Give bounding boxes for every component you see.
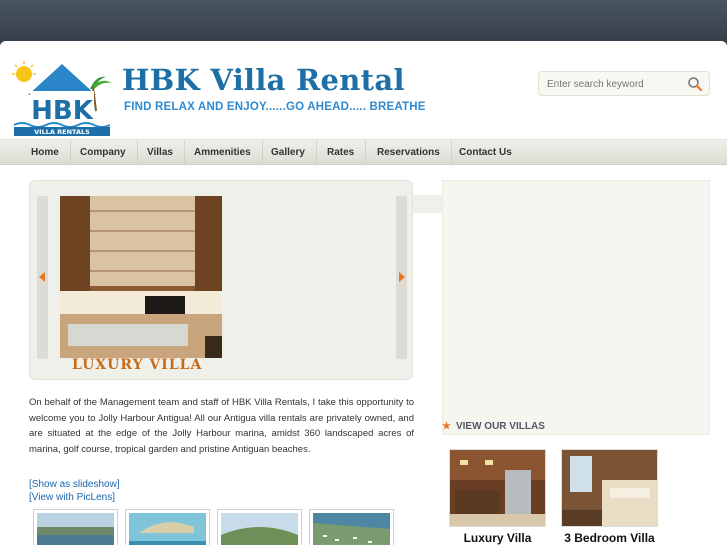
- show-slideshow-link[interactable]: [Show as slideshow]: [29, 479, 120, 490]
- intro-text: On behalf of the Management team and sta…: [29, 397, 414, 455]
- slide-image[interactable]: [60, 196, 222, 358]
- search-input[interactable]: [547, 76, 682, 92]
- villa-name[interactable]: 3 Bedroom Villa: [561, 531, 658, 545]
- page: HBK VILLA RENTALS HBK Villa Rental FIND …: [0, 41, 727, 545]
- nav-company[interactable]: Company: [69, 140, 138, 165]
- image-slider: LUXURY VILLA: [29, 180, 413, 380]
- nav-ammenities[interactable]: Ammenities: [183, 140, 263, 165]
- browser-top-bar: [0, 0, 727, 42]
- slider-next-button[interactable]: [396, 196, 407, 359]
- logo-subtext: VILLA RENTALS: [34, 128, 90, 136]
- gallery-thumbnail[interactable]: [33, 509, 118, 545]
- nav-contact-us[interactable]: Contact Us: [448, 140, 523, 165]
- slider-prev-button[interactable]: [37, 196, 48, 359]
- site-logo[interactable]: HBK VILLA RENTALS: [10, 61, 114, 137]
- arrow-right-icon[interactable]: [399, 272, 405, 282]
- gallery-thumbnail[interactable]: [125, 509, 210, 545]
- nav-gallery[interactable]: Gallery: [260, 140, 317, 165]
- nav-rates[interactable]: Rates: [316, 140, 367, 165]
- villa-image[interactable]: [449, 449, 546, 527]
- villa-card-3-bedroom[interactable]: 3 Bedroom Villa: [561, 449, 658, 545]
- site-tagline: FIND RELAX AND ENJOY......GO AHEAD..... …: [124, 101, 426, 113]
- villa-image[interactable]: [561, 449, 658, 527]
- main-nav: Home Company Villas Ammenities Gallery R…: [0, 139, 727, 165]
- search-box: [538, 71, 710, 96]
- arrow-left-icon[interactable]: [39, 272, 45, 282]
- view-villas-heading: ★ VIEW OUR VILLAS: [442, 421, 545, 432]
- logo-text: HBK: [31, 96, 94, 126]
- sidebar-panel: [442, 180, 710, 435]
- nav-reservations[interactable]: Reservations: [366, 140, 452, 165]
- slider-tab-divider: [413, 195, 442, 213]
- villa-card-luxury[interactable]: Luxury Villa: [449, 449, 546, 545]
- nav-home[interactable]: Home: [20, 140, 71, 165]
- view-piclens-link[interactable]: [View with PicLens]: [29, 492, 115, 503]
- gallery-thumbnail[interactable]: [217, 509, 302, 545]
- star-icon: ★: [442, 421, 451, 432]
- header: HBK VILLA RENTALS HBK Villa Rental FIND …: [0, 41, 727, 139]
- villa-name[interactable]: Luxury Villa: [449, 531, 546, 545]
- view-villas-heading-label: VIEW OUR VILLAS: [455, 421, 545, 432]
- nav-villas[interactable]: Villas: [136, 140, 185, 165]
- magnifier-icon[interactable]: [687, 76, 703, 92]
- gallery-thumbnail[interactable]: [309, 509, 394, 545]
- slide-caption: LUXURY VILLA: [72, 357, 203, 373]
- site-title: HBK Villa Rental: [122, 63, 405, 97]
